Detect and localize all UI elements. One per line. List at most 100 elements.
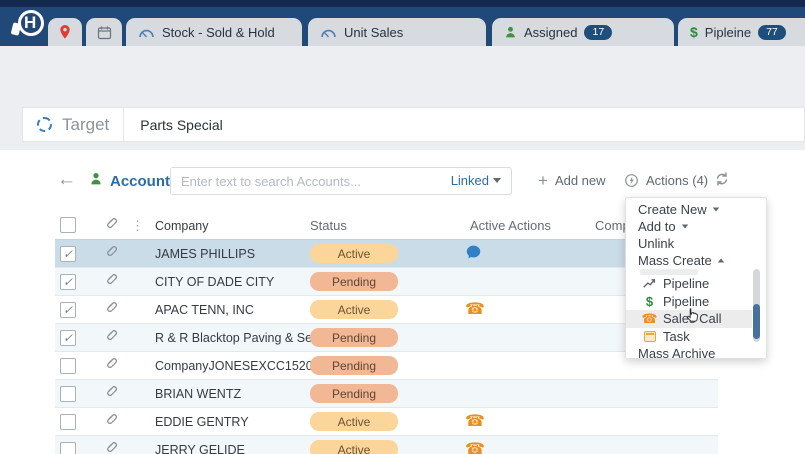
- status-badge: Active: [310, 300, 398, 319]
- tab-unit-sales[interactable]: Unit Sales: [308, 18, 486, 46]
- column-active-actions[interactable]: Active Actions: [470, 212, 551, 240]
- table-row[interactable]: BRIAN WENTZ Pending: [55, 380, 718, 408]
- status-badge: Pending: [310, 328, 398, 347]
- gauge-icon: [138, 26, 155, 38]
- search-box: Linked: [170, 167, 512, 195]
- menu-item-mass-create[interactable]: Mass Create: [626, 252, 766, 269]
- calendar-icon: [97, 25, 112, 40]
- submenu-item-label: Pipeline: [663, 294, 709, 309]
- status-badge: Active: [310, 412, 398, 431]
- tab-assigned[interactable]: Assigned 17: [492, 18, 674, 46]
- submenu-item-pipeline-dollar[interactable]: $ Pipeline: [626, 293, 752, 311]
- check-icon: ✓: [63, 303, 73, 317]
- status-badge: Active: [310, 244, 398, 263]
- tab-label: Stock - Sold & Hold: [162, 25, 275, 40]
- accounts-person-icon: [89, 171, 103, 191]
- tab-count-badge: 17: [584, 25, 612, 40]
- menu-item-label: Unlink: [638, 236, 674, 251]
- company-cell: CompanyJONESEXCC15203: [155, 352, 320, 380]
- row-checkbox[interactable]: [60, 414, 76, 430]
- link-icon: [103, 211, 118, 239]
- submenu-item-label: Pipeline: [663, 276, 709, 291]
- person-icon: [504, 25, 517, 39]
- company-cell: JERRY GELIDE: [155, 436, 245, 454]
- link-icon: [103, 435, 118, 454]
- table-row[interactable]: EDDIE GENTRY Active ☎: [55, 408, 718, 436]
- actions-button[interactable]: Actions (4): [624, 173, 708, 188]
- table-row[interactable]: ✓ CITY OF DADE CITY Pending: [55, 268, 718, 296]
- company-cell: EDDIE GENTRY: [155, 408, 249, 436]
- chat-icon[interactable]: [465, 244, 482, 265]
- submenu-scrollbar-thumb[interactable]: [753, 304, 760, 339]
- dollar-icon: $: [642, 294, 657, 309]
- chevron-down-icon: [712, 208, 718, 212]
- chevron-up-icon: [718, 259, 724, 263]
- tab-location[interactable]: [48, 18, 82, 46]
- menu-item-label: Create New: [638, 202, 707, 217]
- table-row[interactable]: CompanyJONESEXCC15203 Pending: [55, 352, 718, 380]
- headset-h-logo[interactable]: H: [12, 9, 48, 41]
- tab-label: Unit Sales: [344, 25, 403, 40]
- company-cell: CITY OF DADE CITY: [155, 268, 274, 296]
- add-new-button[interactable]: + Add new: [538, 173, 606, 188]
- clipped-submenu-item: [640, 269, 698, 275]
- tab-stock-sold-hold[interactable]: Stock - Sold & Hold: [126, 18, 302, 46]
- search-input[interactable]: [171, 168, 441, 194]
- select-all-checkbox[interactable]: [60, 217, 76, 233]
- phone-icon[interactable]: ☎: [465, 440, 485, 454]
- row-checkbox[interactable]: ✓: [60, 302, 76, 318]
- status-badge: Pending: [310, 272, 398, 291]
- row-checkbox[interactable]: [60, 442, 76, 454]
- actions-label: Actions (4): [646, 173, 708, 188]
- logo-letter: H: [24, 13, 36, 33]
- table-row[interactable]: ✓ APAC TENN, INC Active ☎: [55, 296, 718, 324]
- submenu-item-sales-call[interactable]: ☎ Sales Call: [626, 310, 752, 328]
- back-arrow-icon[interactable]: ←: [57, 170, 76, 190]
- top-bar: H Stock - Sold & Hold Unit Sales Assigne…: [0, 0, 805, 46]
- column-status[interactable]: Status: [310, 212, 347, 240]
- link-icon: [103, 379, 118, 407]
- row-checkbox[interactable]: ✓: [60, 274, 76, 290]
- menu-item-add-to[interactable]: Add to: [626, 218, 766, 235]
- table-row[interactable]: JERRY GELIDE Active ☎: [55, 436, 718, 454]
- actions-menu: Create New Add to Unlink Mass Create Pip…: [625, 197, 767, 359]
- kebab-menu-icon[interactable]: ⋮: [131, 212, 144, 240]
- phone-icon: ☎: [642, 312, 657, 326]
- submenu-item-label: Task: [663, 329, 690, 344]
- accounts-entity-label[interactable]: Accounts: [110, 173, 178, 190]
- header-band: Target Parts Special Active Complete: [0, 46, 805, 150]
- bolt-circle-icon: [624, 173, 639, 188]
- submenu-item-task[interactable]: Task: [626, 328, 752, 346]
- table-row[interactable]: ✓ JAMES PHILLIPS Active: [55, 240, 718, 268]
- target-icon: [37, 117, 52, 132]
- trend-icon: [642, 278, 657, 289]
- plus-icon: +: [538, 173, 548, 188]
- menu-item-mass-archive[interactable]: Mass Archive: [626, 345, 766, 362]
- linked-filter-label: Linked: [451, 173, 489, 188]
- refresh-icon[interactable]: [714, 171, 730, 192]
- link-icon: [103, 351, 118, 379]
- phone-icon[interactable]: ☎: [465, 300, 485, 320]
- row-checkbox[interactable]: ✓: [60, 330, 76, 346]
- breadcrumb-section: Target: [62, 115, 123, 135]
- submenu-item-pipeline-trend[interactable]: Pipeline: [626, 275, 752, 293]
- menu-item-create-new[interactable]: Create New: [626, 201, 766, 218]
- phone-icon[interactable]: ☎: [465, 412, 485, 432]
- column-company[interactable]: Company: [155, 212, 209, 240]
- menu-item-unlink[interactable]: Unlink: [626, 235, 766, 252]
- breadcrumb: Target Parts Special: [22, 107, 805, 142]
- linked-filter-dropdown[interactable]: Linked: [451, 173, 501, 188]
- row-checkbox[interactable]: ✓: [60, 246, 76, 262]
- row-checkbox[interactable]: [60, 386, 76, 402]
- tab-count-badge: 77: [758, 25, 786, 40]
- table-row[interactable]: ✓ R & R Blacktop Paving & Seal C... Pend…: [55, 324, 718, 352]
- tab-pipeline[interactable]: $ Pipleine 77: [678, 18, 805, 46]
- link-icon: [103, 323, 118, 351]
- tab-calendar[interactable]: [86, 18, 122, 46]
- link-icon: [103, 295, 118, 323]
- gauge-icon: [320, 26, 337, 38]
- check-icon: ✓: [63, 247, 73, 261]
- app-window: H Stock - Sold & Hold Unit Sales Assigne…: [0, 0, 805, 454]
- company-cell: APAC TENN, INC: [155, 296, 254, 324]
- row-checkbox[interactable]: [60, 358, 76, 374]
